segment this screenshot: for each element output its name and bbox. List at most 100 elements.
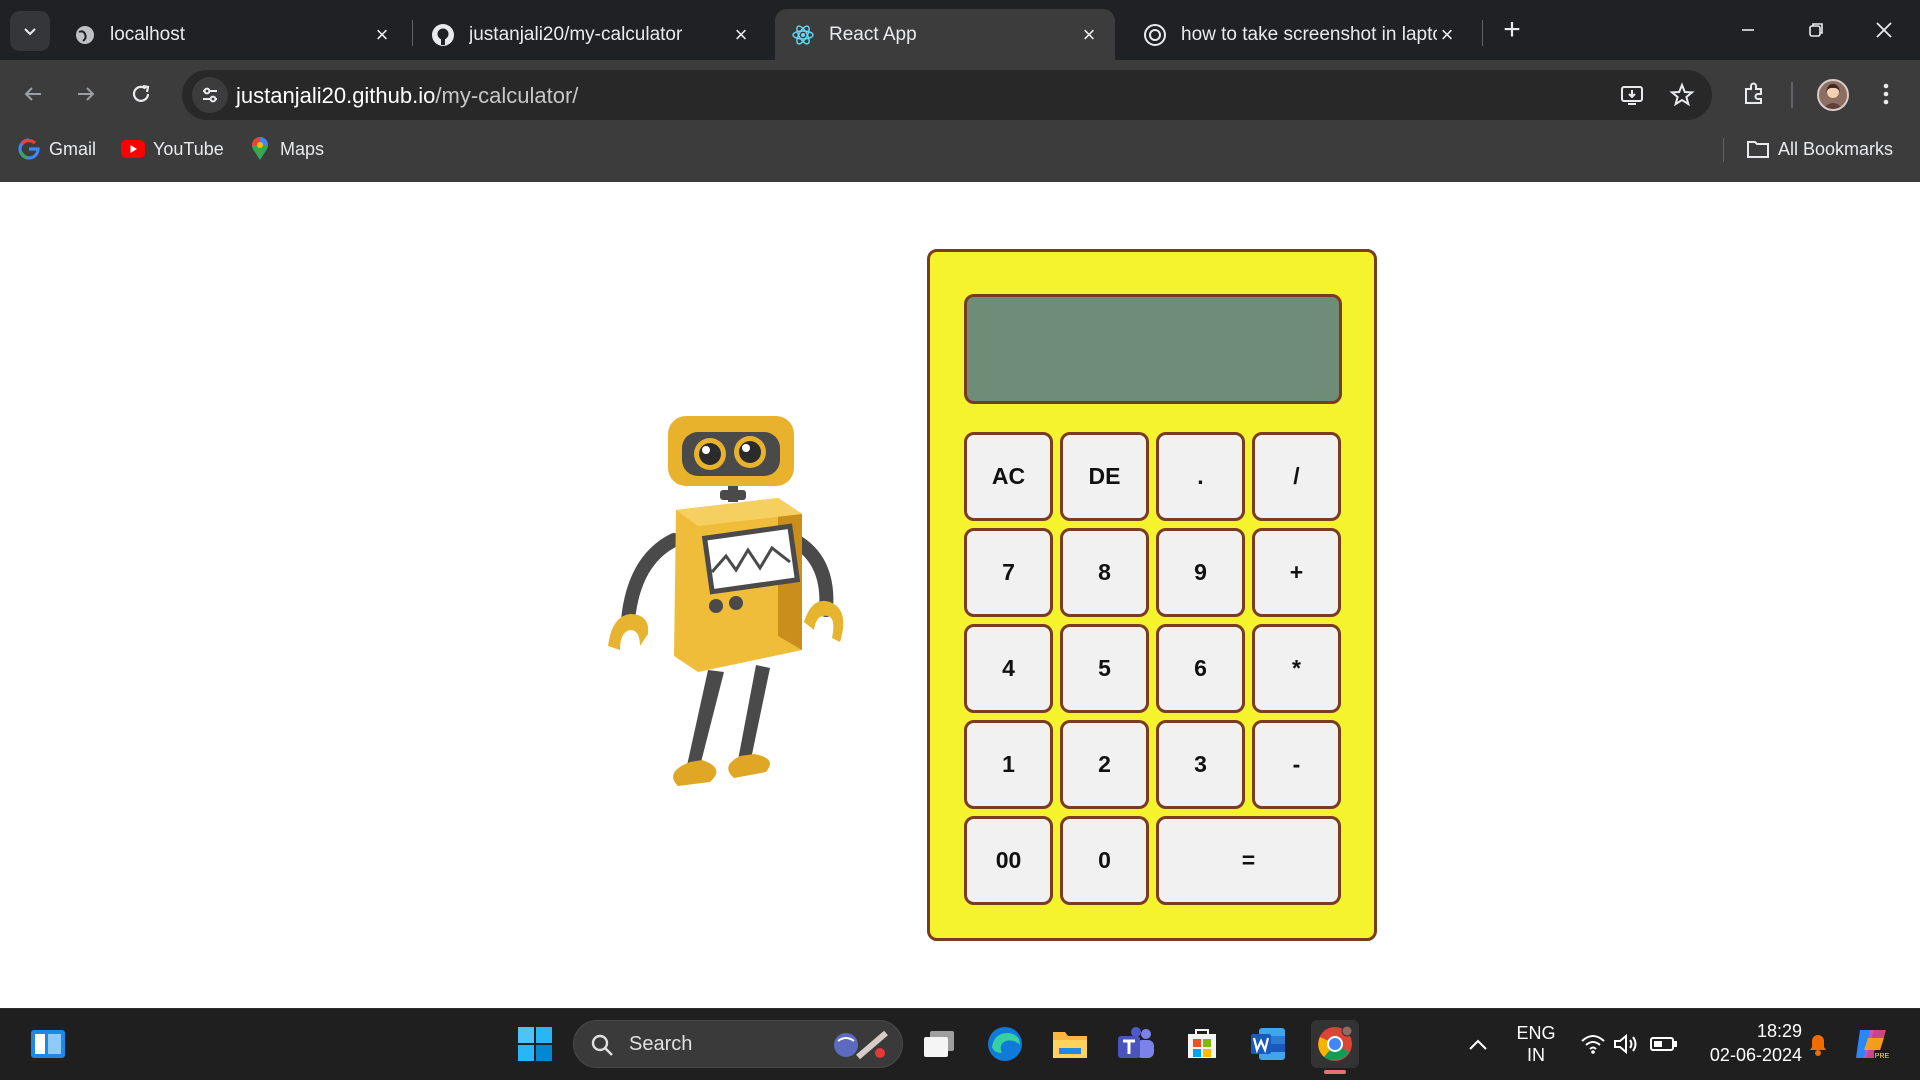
teams-icon: [1118, 1027, 1154, 1058]
install-app-button[interactable]: [1616, 79, 1648, 111]
youtube-icon: [121, 137, 145, 161]
url-text[interactable]: justanjali20.github.io/my-calculator/: [236, 83, 578, 109]
tab-react-app[interactable]: React App ×: [775, 9, 1115, 60]
bookmark-label: Maps: [280, 138, 325, 159]
clock[interactable]: 18:29 02-06-2024: [1692, 1020, 1802, 1066]
close-icon[interactable]: ×: [1437, 22, 1457, 47]
key-9[interactable]: 9: [1156, 528, 1245, 617]
key-delete[interactable]: DE: [1060, 432, 1149, 521]
show-hidden-icons-button[interactable]: [1456, 1020, 1500, 1068]
new-tab-button[interactable]: +: [1496, 13, 1528, 46]
key-3[interactable]: 3: [1156, 720, 1245, 809]
key-decimal[interactable]: .: [1156, 432, 1245, 521]
url-path: /my-calculator/: [435, 83, 579, 108]
search-label: Search: [629, 1033, 693, 1055]
tab-divider: [1482, 20, 1483, 46]
url-host: justanjali20.github.io: [236, 83, 436, 108]
language-indicator[interactable]: ENG IN: [1508, 1022, 1564, 1066]
profile-avatar[interactable]: [1817, 79, 1849, 111]
github-icon: [432, 23, 454, 46]
key-0[interactable]: 0: [1060, 816, 1149, 905]
key-2[interactable]: 2: [1060, 720, 1149, 809]
svg-text:PRE: PRE: [1875, 1053, 1890, 1060]
key-subtract[interactable]: -: [1252, 720, 1341, 809]
site-info-icon[interactable]: [192, 77, 228, 113]
copilot-button[interactable]: PRE: [1848, 1020, 1896, 1068]
key-5[interactable]: 5: [1060, 624, 1149, 713]
tab-divider: [412, 20, 413, 46]
bookmark-label: YouTube: [153, 138, 224, 159]
google-icon: [17, 137, 41, 161]
bookmark-gmail[interactable]: Gmail: [17, 136, 96, 162]
bookmark-youtube[interactable]: YouTube: [121, 136, 224, 162]
key-equals[interactable]: =: [1156, 816, 1341, 905]
plus-icon: +: [1503, 13, 1521, 46]
restore-button[interactable]: [1782, 0, 1850, 60]
key-6[interactable]: 6: [1156, 624, 1245, 713]
notifications-button[interactable]: [1796, 1020, 1840, 1068]
tab-google-search[interactable]: how to take screenshot in lapto ×: [1127, 9, 1473, 60]
close-icon[interactable]: ×: [372, 22, 392, 47]
file-explorer-button[interactable]: [1046, 1020, 1094, 1068]
clock-date: 02-06-2024: [1709, 1045, 1802, 1065]
robot-illustration: [608, 416, 844, 786]
key-7[interactable]: 7: [964, 528, 1053, 617]
bookmarks-divider: [1723, 138, 1724, 162]
speaker-icon: [1614, 1033, 1637, 1055]
key-multiply[interactable]: *: [1252, 624, 1341, 713]
cricket-highlight-icon: [834, 1030, 888, 1060]
all-bookmarks-button[interactable]: All Bookmarks: [1746, 136, 1893, 162]
reload-icon: [132, 84, 150, 102]
more-vertical-icon: [1883, 83, 1889, 105]
address-bar[interactable]: justanjali20.github.io/my-calculator/: [182, 70, 1712, 120]
taskbar-search[interactable]: Search: [573, 1020, 903, 1068]
tab-search-button[interactable]: [10, 11, 50, 51]
key-4[interactable]: 4: [964, 624, 1053, 713]
edge-button[interactable]: [981, 1020, 1029, 1068]
store-button[interactable]: [1178, 1020, 1226, 1068]
tab-localhost[interactable]: localhost ×: [58, 9, 408, 60]
wifi-icon: [1581, 1035, 1605, 1054]
tab-title: React App: [829, 23, 917, 45]
start-button[interactable]: [511, 1020, 559, 1068]
react-icon: [792, 24, 814, 45]
word-button[interactable]: [1244, 1020, 1292, 1068]
forward-button[interactable]: [66, 74, 106, 114]
tab-title: justanjali20/my-calculator: [469, 23, 683, 45]
language-code: ENG: [1516, 1023, 1556, 1043]
widgets-button[interactable]: [24, 1020, 72, 1068]
tab-title: how to take screenshot in lapto: [1181, 23, 1437, 45]
close-icon[interactable]: ×: [1079, 22, 1099, 47]
key-divide[interactable]: /: [1252, 432, 1341, 521]
copilot-icon: PRE: [1856, 1030, 1890, 1060]
minimize-button[interactable]: [1714, 0, 1782, 60]
key-add[interactable]: +: [1252, 528, 1341, 617]
close-window-button[interactable]: [1850, 0, 1918, 60]
back-button[interactable]: [13, 74, 53, 114]
reload-button[interactable]: [121, 74, 161, 114]
chrome-button[interactable]: [1311, 1020, 1359, 1068]
close-icon: [1876, 22, 1892, 38]
store-icon: [1188, 1029, 1216, 1058]
bookmark-star-button[interactable]: [1666, 79, 1698, 111]
bookmark-maps[interactable]: Maps: [248, 136, 324, 162]
windows-icon: [518, 1027, 552, 1061]
key-1[interactable]: 1: [964, 720, 1053, 809]
close-icon[interactable]: ×: [731, 22, 751, 47]
battery-status[interactable]: [1642, 1020, 1686, 1068]
key-8[interactable]: 8: [1060, 528, 1149, 617]
calculator-display: [964, 294, 1342, 404]
key-all-clear[interactable]: AC: [964, 432, 1053, 521]
toolbar-divider: [1791, 82, 1793, 108]
teams-button[interactable]: [1112, 1020, 1160, 1068]
tab-github[interactable]: justanjali20/my-calculator ×: [415, 9, 767, 60]
puzzle-icon: [1745, 82, 1762, 104]
extensions-button[interactable]: [1736, 76, 1772, 112]
menu-button[interactable]: [1868, 76, 1904, 112]
task-view-button[interactable]: [915, 1020, 963, 1068]
edge-icon: [988, 1027, 1022, 1061]
folder-icon: [1746, 137, 1770, 161]
key-double-zero[interactable]: 00: [964, 816, 1053, 905]
chrome-icon: [1318, 1025, 1353, 1061]
task-view-icon: [924, 1031, 954, 1057]
